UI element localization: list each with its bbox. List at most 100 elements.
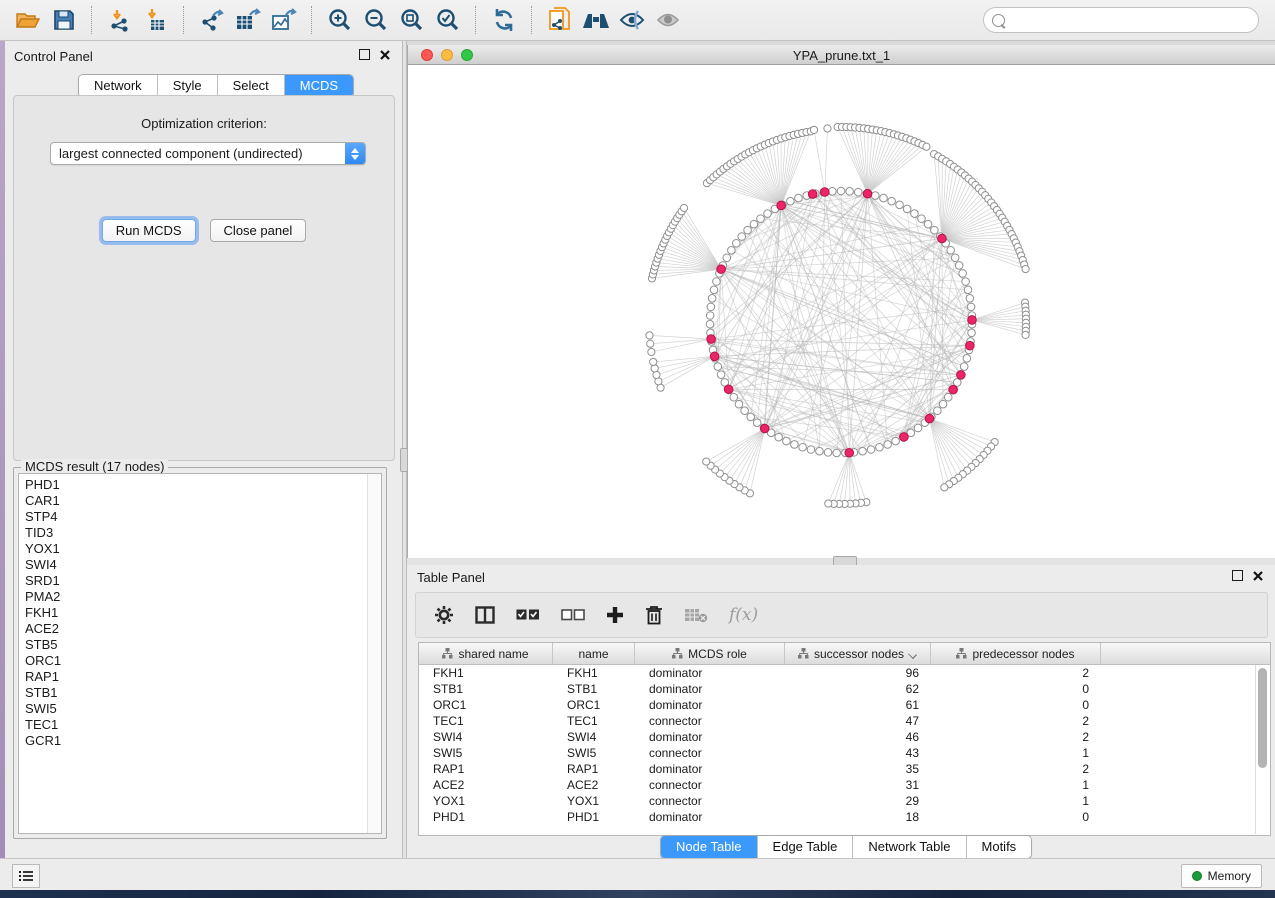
table-options-gear-icon[interactable] xyxy=(434,605,454,625)
table-row-ORC1[interactable]: ORC1ORC1dominator610 xyxy=(419,697,1270,713)
export-network-button[interactable] xyxy=(194,4,230,36)
mcds-result-item[interactable]: TID3 xyxy=(19,525,381,541)
global-search-box[interactable] xyxy=(983,7,1259,33)
table-row-YOX1[interactable]: YOX1YOX1connector291 xyxy=(419,793,1270,809)
tab-motifs[interactable]: Motifs xyxy=(967,836,1032,858)
cell-shared: FKH1 xyxy=(419,666,553,680)
tab-network-table[interactable]: Network Table xyxy=(853,836,966,858)
network-graph[interactable] xyxy=(408,65,1275,558)
column-header-name[interactable]: name xyxy=(553,643,635,664)
mcds-result-list[interactable]: PHD1CAR1STP4TID3YOX1SWI4SRD1PMA2FKH1ACE2… xyxy=(18,473,382,834)
mcds-result-item[interactable]: STB1 xyxy=(19,685,381,701)
table-row-ACE2[interactable]: ACE2ACE2connector311 xyxy=(419,777,1270,793)
tab-select[interactable]: Select xyxy=(218,75,285,97)
float-panel-icon[interactable] xyxy=(1232,570,1243,581)
list-icon xyxy=(19,870,33,882)
export-table-button[interactable] xyxy=(230,4,266,36)
cell-pred: 1 xyxy=(931,778,1101,792)
zoom-in-button[interactable] xyxy=(322,4,358,36)
cell-succ: 35 xyxy=(785,762,931,776)
mcds-result-item[interactable]: PHD1 xyxy=(19,474,381,493)
close-panel-icon[interactable] xyxy=(1253,571,1263,581)
close-panel-icon[interactable] xyxy=(380,50,390,60)
mcds-result-item[interactable]: SRD1 xyxy=(19,573,381,589)
zoom-out-icon xyxy=(363,7,389,33)
delete-column-icon[interactable] xyxy=(645,605,663,625)
tab-mcds[interactable]: MCDS xyxy=(285,75,353,97)
network-window-titlebar[interactable]: YPA_prune.txt_1 xyxy=(407,45,1275,65)
memory-button[interactable]: Memory xyxy=(1181,864,1262,888)
close-panel-button[interactable]: Close panel xyxy=(210,219,307,242)
mcds-result-item[interactable]: GCR1 xyxy=(19,733,381,749)
mcds-result-item[interactable]: SWI5 xyxy=(19,701,381,717)
column-header-shared-name[interactable]: shared name xyxy=(419,643,553,664)
import-network-button[interactable] xyxy=(102,4,138,36)
mcds-result-item[interactable]: PMA2 xyxy=(19,589,381,605)
share-network-document-button[interactable] xyxy=(542,4,578,36)
cell-shared: STB1 xyxy=(419,682,553,696)
select-all-rows-icon[interactable] xyxy=(516,609,540,621)
tab-network[interactable]: Network xyxy=(79,75,158,97)
column-header-MCDS-role[interactable]: MCDS role xyxy=(635,643,785,664)
save-session-button[interactable] xyxy=(46,4,82,36)
mcds-result-item[interactable]: TEC1 xyxy=(19,717,381,733)
cell-role: dominator xyxy=(635,682,785,696)
cell-role: dominator xyxy=(635,666,785,680)
selected-option-text: largest connected component (undirected) xyxy=(51,146,345,161)
mcds-result-group: MCDS result (17 nodes) PHD1CAR1STP4TID3Y… xyxy=(13,467,387,839)
table-row-TEC1[interactable]: TEC1TEC1connector472 xyxy=(419,713,1270,729)
table-row-PHD1[interactable]: PHD1PHD1dominator180 xyxy=(419,809,1270,825)
add-column-icon[interactable] xyxy=(606,606,624,624)
mcds-result-item[interactable]: FKH1 xyxy=(19,605,381,621)
mcds-result-item[interactable]: STP4 xyxy=(19,509,381,525)
cell-shared: YOX1 xyxy=(419,794,553,808)
refresh-button[interactable] xyxy=(486,4,522,36)
toolbar-separator xyxy=(91,6,93,34)
mcds-result-item[interactable]: RAP1 xyxy=(19,669,381,685)
table-row-FKH1[interactable]: FKH1FKH1dominator962 xyxy=(419,665,1270,681)
table-scrollbar[interactable] xyxy=(1255,665,1269,834)
control-panel: Control Panel NetworkStyleSelectMCDS Opt… xyxy=(5,41,402,858)
scrollbar-thumb[interactable] xyxy=(1258,668,1267,768)
export-image-button[interactable] xyxy=(266,4,302,36)
cell-pred: 0 xyxy=(931,810,1101,824)
column-header-successor-nodes[interactable]: successor nodes xyxy=(785,643,931,664)
mcds-result-item[interactable]: ORC1 xyxy=(19,653,381,669)
mcds-result-item[interactable]: CAR1 xyxy=(19,493,381,509)
cell-shared: ORC1 xyxy=(419,698,553,712)
mcds-result-item[interactable]: YOX1 xyxy=(19,541,381,557)
mcds-result-item[interactable]: SWI4 xyxy=(19,557,381,573)
column-header-predecessor-nodes[interactable]: predecessor nodes xyxy=(931,643,1101,664)
import-table-button[interactable] xyxy=(138,4,174,36)
deselect-all-rows-icon[interactable] xyxy=(561,609,585,621)
float-panel-icon[interactable] xyxy=(359,49,370,60)
show-hidden-button[interactable] xyxy=(650,4,686,36)
zoom-in-icon xyxy=(327,7,353,33)
hide-selected-button[interactable] xyxy=(614,4,650,36)
open-file-button[interactable] xyxy=(10,4,46,36)
zoom-fit-button[interactable] xyxy=(394,4,430,36)
table-row-RAP1[interactable]: RAP1RAP1dominator352 xyxy=(419,761,1270,777)
table-row-SWI4[interactable]: SWI4SWI4dominator462 xyxy=(419,729,1270,745)
table-row-SWI5[interactable]: SWI5SWI5connector431 xyxy=(419,745,1270,761)
run-mcds-button[interactable]: Run MCDS xyxy=(102,219,196,242)
zoom-selected-button[interactable] xyxy=(430,4,466,36)
mcds-result-item[interactable]: ACE2 xyxy=(19,621,381,637)
mcds-list-scrollbar[interactable] xyxy=(367,474,381,833)
cell-role: dominator xyxy=(635,730,785,744)
zoom-out-button[interactable] xyxy=(358,4,394,36)
show-columns-icon[interactable] xyxy=(475,606,495,624)
eye-slash-icon xyxy=(618,8,646,32)
mcds-result-item[interactable]: STB5 xyxy=(19,637,381,653)
optimization-criterion-select[interactable]: largest connected component (undirected) xyxy=(50,142,366,165)
horizontal-splitter[interactable] xyxy=(407,558,1275,565)
cell-succ: 43 xyxy=(785,746,931,760)
show-panels-button[interactable] xyxy=(12,864,40,888)
search-neighbors-button[interactable] xyxy=(578,4,614,36)
tab-edge-table[interactable]: Edge Table xyxy=(758,836,854,858)
search-input[interactable] xyxy=(1011,12,1258,29)
tab-node-table[interactable]: Node Table xyxy=(661,836,758,858)
sort-desc-icon xyxy=(909,650,917,658)
table-row-STB1[interactable]: STB1STB1dominator620 xyxy=(419,681,1270,697)
tab-style[interactable]: Style xyxy=(158,75,218,97)
